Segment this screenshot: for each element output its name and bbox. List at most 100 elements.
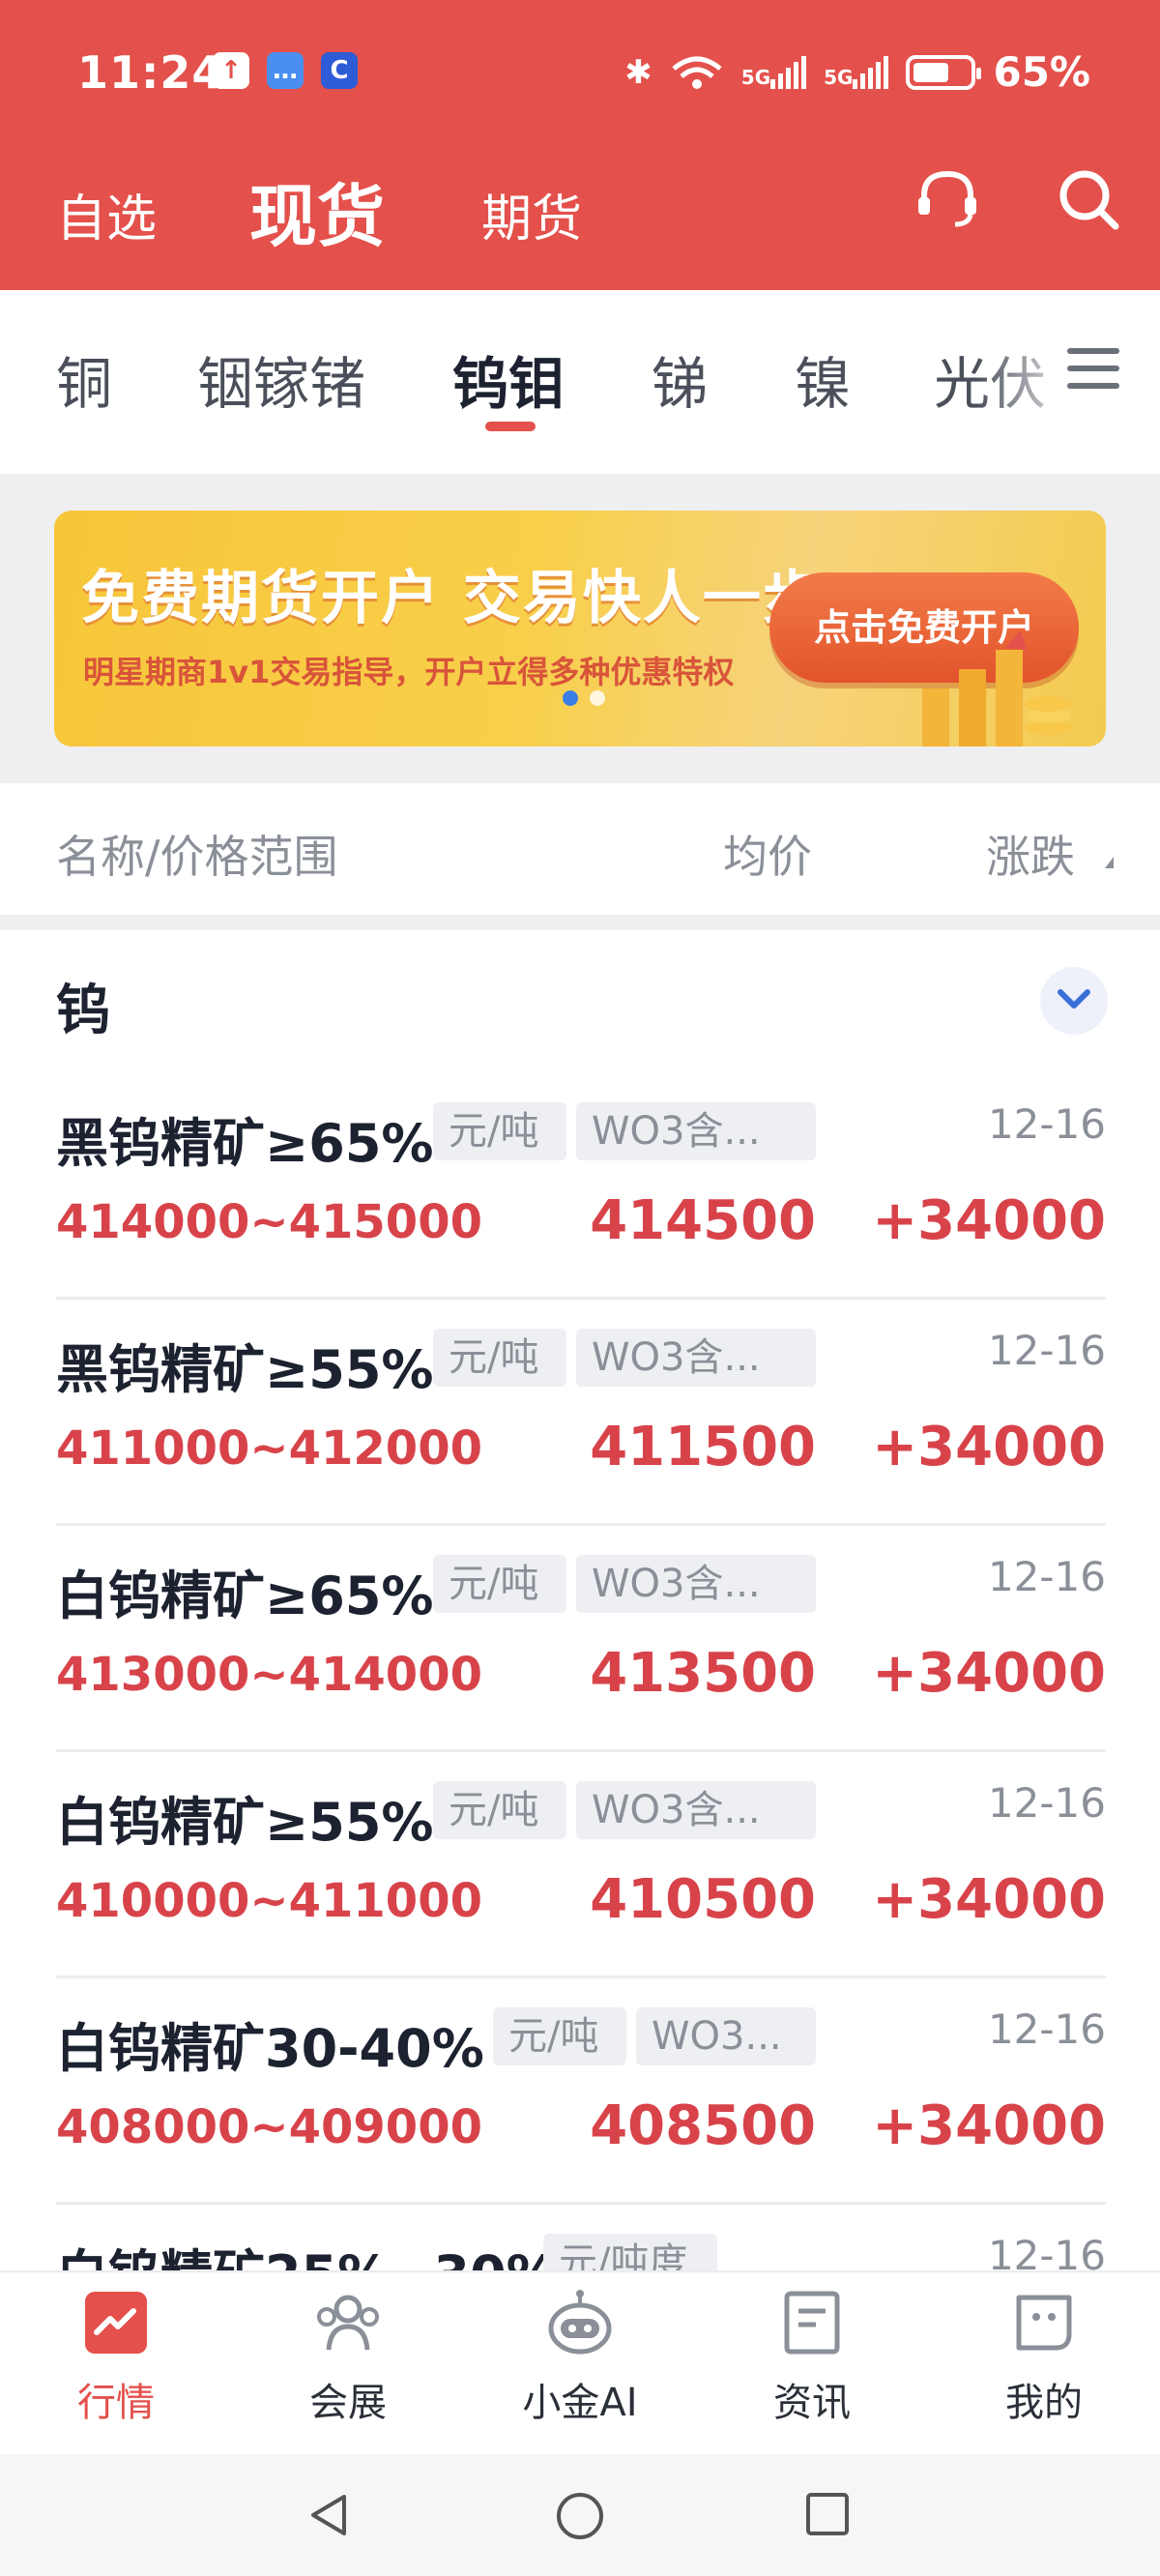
nav-exhibition[interactable]: 会展 [251,2288,445,2427]
section-divider [0,915,1160,930]
battery-percent: 65% [993,48,1090,96]
table-row[interactable]: 黑钨精矿≥65% 元/吨 WO3含... 12-16 414000~415000… [56,1073,1106,1300]
spec-tag: WO3含... [576,1555,816,1613]
news-icon [777,2288,847,2357]
product-name: 黑钨精矿≥65% [56,1113,434,1174]
coins-illustration [922,630,1071,746]
category-copper[interactable]: 铜 [56,338,112,420]
section-title: 钨 [56,980,110,1042]
nav-market[interactable]: 行情 [19,2288,213,2427]
signal-1-icon: 5G [741,55,807,89]
table-row[interactable]: 白钨精矿≥55% 元/吨 WO3含... 12-16 410000~411000… [56,1752,1106,1978]
status-bar: 11:24 ↑ … C ✱ 5G 5G 65% [0,39,1160,106]
bottom-nav: 行情 会展 小金AI 资讯 我的 [0,2270,1160,2454]
nav-label: 资讯 [773,2381,851,2425]
promo-banner[interactable]: 免费期货开户 交易快人一步 明星期商1v1交易指导，开户立得多种优惠特权 点击免… [54,511,1106,746]
back-icon[interactable] [305,2491,354,2539]
category-indium-gallium-germanium[interactable]: 铟镓锗 [197,338,365,420]
unit-tag: 元/吨 [493,2007,626,2065]
chevron-down-icon [1058,989,1090,1009]
profile-chat-icon [1009,2288,1079,2357]
column-header: 名称/价格范围 均价 涨跌 [0,783,1160,915]
top-tabs: 自选 现货 期货 [0,155,1160,261]
header: 11:24 ↑ … C ✱ 5G 5G 65% 自选 现货 期货 [0,0,1160,290]
price-date: 12-16 [987,1779,1106,1827]
column-average[interactable]: 均价 [723,822,812,886]
table-row[interactable]: 白钨精矿30-40% 元/吨 WO3... 12-16 408000~40900… [56,1978,1106,2205]
category-antimony[interactable]: 锑 [652,338,708,420]
bluetooth-icon: ✱ [624,52,652,92]
price-date: 12-16 [987,1553,1106,1600]
menu-icon[interactable] [1067,348,1119,396]
price-change: +34000 [872,2094,1106,2157]
carousel-dots [563,690,605,706]
message-notification-icon: … [267,52,304,89]
battery-icon [906,54,982,90]
app-screen: 11:24 ↑ … C ✱ 5G 5G 65% 自选 现货 期货 铜 铟镓锗 钨… [0,0,1160,2576]
category-nickel[interactable]: 镍 [795,338,851,420]
wifi-icon [670,55,724,90]
table-row[interactable]: 黑钨精矿≥55% 元/吨 WO3含... 12-16 411000~412000… [56,1300,1106,1526]
average-price: 410500 [590,1868,816,1931]
table-row[interactable]: 白钨精矿≥65% 元/吨 WO3含... 12-16 413000~414000… [56,1526,1106,1752]
app-notification-icon: C [321,52,358,89]
price-date: 12-16 [987,1327,1106,1374]
customer-service-icon[interactable] [913,164,982,234]
nav-ai[interactable]: 小金AI [483,2288,677,2427]
system-nav-bar [0,2454,1160,2576]
spec-tag: WO3含... [576,1329,816,1387]
spec-tag: WO3含... [576,1102,816,1160]
spec-tag: WO3含... [576,1781,816,1839]
home-icon[interactable] [555,2491,605,2541]
price-date: 12-16 [987,1100,1106,1148]
nav-label: 会展 [309,2381,387,2425]
active-category-indicator [485,422,536,431]
price-change: +34000 [872,1642,1106,1705]
collapse-section-button[interactable] [1040,967,1108,1035]
product-name: 黑钨精矿≥55% [56,1339,434,1400]
column-name-range: 名称/价格范围 [56,831,338,883]
spec-tag: WO3... [636,2007,816,2065]
status-time: 11:24 [77,46,224,99]
search-icon[interactable] [1054,164,1123,234]
price-date: 12-16 [987,2005,1106,2053]
unit-tag: 元/吨 [433,1555,566,1613]
tab-futures[interactable]: 期货 [481,178,582,250]
product-name: 白钨精矿30-40% [56,2018,484,2079]
price-range: 414000~415000 [56,1195,482,1249]
average-price: 408500 [590,2094,816,2157]
nav-label: 小金AI [522,2381,638,2425]
recents-icon[interactable] [804,2491,851,2537]
price-range: 410000~411000 [56,1874,482,1928]
banner-title: 免费期货开户 交易快人一步 [81,565,823,632]
robot-icon [545,2288,615,2357]
sort-icon[interactable] [1105,857,1114,868]
category-tungsten-molybdenum[interactable]: 钨钼 [452,338,565,420]
banner-subtitle: 明星期商1v1交易指导，开户立得多种优惠特权 [83,654,735,690]
average-price: 413500 [590,1642,816,1705]
price-range: 408000~409000 [56,2100,482,2154]
tab-spot[interactable]: 现货 [249,162,385,260]
average-price: 414500 [590,1189,816,1252]
nav-label: 我的 [1005,2381,1083,2425]
price-range: 413000~414000 [56,1648,482,1702]
price-change: +34000 [872,1189,1106,1252]
price-change: +34000 [872,1416,1106,1478]
nav-news[interactable]: 资讯 [715,2288,909,2427]
unit-tag: 元/吨 [433,1329,566,1387]
unit-tag: 元/吨 [433,1781,566,1839]
product-name: 白钨精矿≥55% [56,1792,434,1853]
people-icon [313,2288,383,2357]
tab-watchlist[interactable]: 自选 [56,178,157,250]
price-change: +34000 [872,1868,1106,1931]
column-change[interactable]: 涨跌 [986,822,1075,886]
unit-tag: 元/吨 [433,1102,566,1160]
average-price: 411500 [590,1416,816,1478]
nav-profile[interactable]: 我的 [947,2288,1141,2427]
market-chart-icon [81,2288,151,2357]
signal-2-icon: 5G [824,55,889,89]
price-range: 411000~412000 [56,1421,482,1476]
product-name: 白钨精矿≥65% [56,1566,434,1626]
upload-notification-icon: ↑ [213,52,249,89]
status-indicators: ✱ 5G 5G 65% [624,48,1090,96]
